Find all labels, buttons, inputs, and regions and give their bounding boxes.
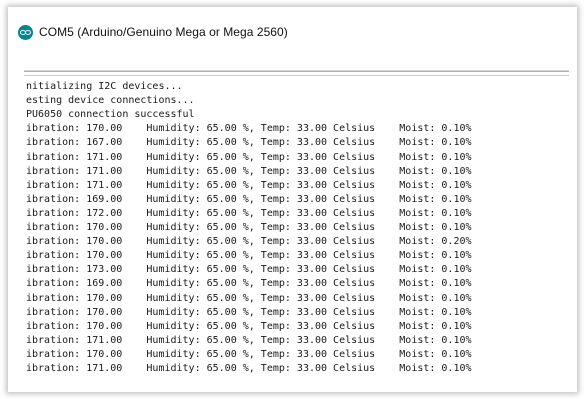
output-top-border	[24, 75, 569, 76]
console-line: ibration: 172.00 Humidity: 65.00 %, Temp…	[26, 207, 472, 219]
window-bottom-edge	[24, 384, 569, 390]
console-line: PU6050 connection successful	[26, 109, 195, 121]
console-line: ibration: 170.00 Humidity: 65.00 %, Temp…	[26, 222, 472, 233]
console-line: ibration: 170.00 Humidity: 65.00 %, Temp…	[26, 123, 472, 135]
console-line: esting device connections...	[26, 95, 195, 107]
console-line: ibration: 170.00 Humidity: 65.00 %, Temp…	[26, 348, 472, 360]
console-line: ibration: 169.00 Humidity: 65.00 %, Temp…	[26, 193, 472, 205]
console-line: ibration: 170.00 Humidity: 65.00 %, Temp…	[26, 306, 472, 318]
console-line: ibration: 171.00 Humidity: 65.00 %, Temp…	[26, 179, 472, 191]
console-line: ibration: 170.00 Humidity: 65.00 %, Temp…	[26, 320, 472, 332]
console-line: ibration: 171.00 Humidity: 65.00 %, Temp…	[26, 334, 472, 346]
console-line: ibration: 170.00 Humidity: 65.00 %, Temp…	[26, 250, 472, 262]
console-line: ibration: 169.00 Humidity: 65.00 %, Temp…	[26, 278, 472, 290]
console-line: ibration: 167.00 Humidity: 65.00 %, Temp…	[26, 137, 472, 149]
console-line: ibration: 171.00 Humidity: 65.00 %, Temp…	[26, 165, 472, 177]
toolbar-divider	[24, 71, 569, 72]
arduino-icon	[18, 24, 33, 40]
console-line: ibration: 173.00 Humidity: 65.00 %, Temp…	[26, 264, 472, 276]
serial-input-field[interactable]	[24, 54, 569, 71]
console-line: nitializing I2C devices...	[26, 81, 183, 92]
console-line: ibration: 171.00 Humidity: 65.00 %, Temp…	[26, 151, 472, 163]
window-title: COM5 (Arduino/Genuino Mega or Mega 2560)	[39, 25, 288, 39]
console-line: ibration: 171.00 Humidity: 65.00 %, Temp…	[26, 363, 472, 374]
console-line: ibration: 170.00 Humidity: 65.00 %, Temp…	[26, 236, 472, 248]
arduino-icon-right-loop	[24, 29, 31, 35]
serial-output-console[interactable]: nitializing I2C devices... esting device …	[24, 78, 569, 384]
console-line: ibration: 170.00 Humidity: 65.00 %, Temp…	[26, 292, 472, 304]
window-titlebar[interactable]: COM5 (Arduino/Genuino Mega or Mega 2560)	[18, 22, 288, 42]
